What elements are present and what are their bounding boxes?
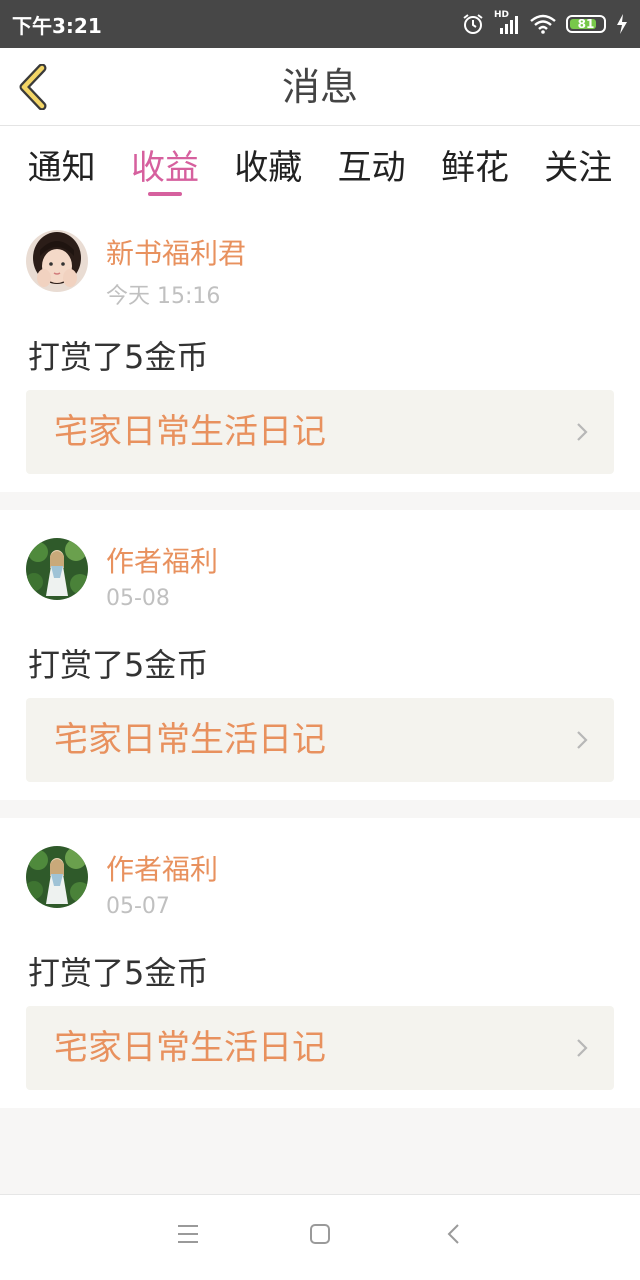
tab-label: 鲜花 [440,148,509,188]
back-icon[interactable] [446,1223,460,1245]
tab-label: 互动 [337,148,406,188]
home-icon[interactable] [309,1223,331,1245]
message-time: 今天 15:16 [106,284,221,309]
avatar[interactable] [26,538,88,600]
book-title: 宅家日常生活日记 [54,1028,326,1068]
sender-name[interactable]: 作者福利 [106,848,218,888]
book-link[interactable]: 宅家日常生活日记 [26,390,614,474]
tab-bar: 通知 收益 收藏 互动 鲜花 关注 [0,126,640,202]
message-card: 新书福利君 今天 15:16 打赏了5金币 宅家日常生活日记 [0,202,640,492]
status-bar: 下午3:21 HD 81 [0,0,640,48]
book-title: 宅家日常生活日记 [54,412,326,452]
book-title: 宅家日常生活日记 [54,720,326,760]
battery-icon: 81 [566,15,606,33]
menu-icon[interactable] [176,1223,200,1245]
message-text: 打赏了5金币 [28,954,209,992]
avatar[interactable] [26,230,88,292]
chevron-right-icon [577,731,588,749]
tab-earnings[interactable]: 收益 [115,126,215,196]
signal-icon: HD [494,10,520,35]
tab-flowers[interactable]: 鲜花 [425,126,525,189]
chevron-right-icon [577,423,588,441]
tab-label: 关注 [544,148,613,188]
sender-name[interactable]: 新书福利君 [106,232,246,272]
tab-label: 收益 [130,148,199,188]
tab-label: 通知 [27,148,96,188]
message-time: 05-08 [106,586,170,611]
message-list: 新书福利君 今天 15:16 打赏了5金币 宅家日常生活日记 作者福利 05-0… [0,202,640,1126]
tab-notifications[interactable]: 通知 [12,126,112,189]
book-link[interactable]: 宅家日常生活日记 [26,1006,614,1090]
message-time: 05-07 [106,894,170,919]
status-icons: HD 81 [462,10,628,35]
page-title: 消息 [281,65,358,109]
sender-name[interactable]: 作者福利 [106,540,218,580]
alarm-icon [463,14,483,34]
avatar[interactable] [26,846,88,908]
chevron-right-icon [577,1039,588,1057]
message-text: 打赏了5金币 [28,338,209,376]
battery-text: 81 [577,17,595,31]
message-card: 作者福利 05-07 打赏了5金币 宅家日常生活日记 [0,818,640,1108]
book-link[interactable]: 宅家日常生活日记 [26,698,614,782]
wifi-icon [530,14,556,34]
message-text: 打赏了5金币 [28,646,209,684]
tab-favorites[interactable]: 收藏 [218,126,318,189]
header: 消息 [0,48,640,126]
tab-label: 收藏 [234,148,303,188]
charging-icon [617,14,627,34]
active-tab-indicator [147,192,182,196]
message-card: 作者福利 05-08 打赏了5金币 宅家日常生活日记 [0,510,640,800]
system-nav-bar [0,1194,640,1280]
tab-following[interactable]: 关注 [528,126,628,189]
tab-interactions[interactable]: 互动 [322,126,422,189]
status-time: 下午3:21 [12,13,102,38]
